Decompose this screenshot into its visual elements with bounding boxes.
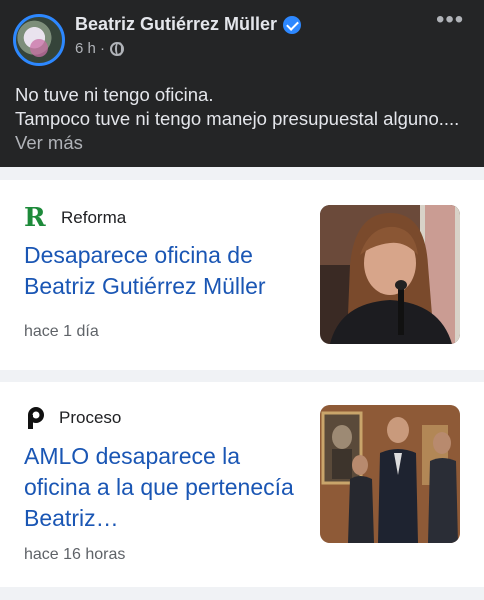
author-name[interactable]: Beatriz Gutiérrez Müller — [75, 14, 277, 35]
facebook-post: Beatriz Gutiérrez Müller 6 h · ••• No tu… — [0, 0, 484, 167]
source-name: Reforma — [61, 208, 127, 227]
news-headline[interactable]: AMLO desaparece la oficina a la que pert… — [24, 441, 309, 534]
more-options-icon[interactable]: ••• — [436, 6, 464, 34]
news-time: hace 16 horas — [24, 546, 126, 563]
news-source: Proceso — [24, 406, 121, 430]
proceso-logo-shape — [28, 407, 44, 429]
globe-icon — [110, 41, 125, 56]
verified-badge-icon — [283, 15, 302, 34]
post-text-line-2: Tampoco tuve ni tengo manejo presupuesta… — [15, 108, 460, 153]
proceso-logo-icon — [24, 406, 48, 430]
post-meta: 6 h · — [75, 40, 125, 57]
author-avatar[interactable] — [13, 14, 65, 66]
post-time[interactable]: 6 h · — [75, 40, 105, 57]
news-thumbnail[interactable] — [320, 405, 460, 543]
source-name: Proceso — [59, 408, 122, 427]
news-card-proceso[interactable]: Proceso AMLO desaparece la oficina a la … — [0, 382, 484, 587]
news-time: hace 1 día — [24, 323, 99, 340]
news-headline[interactable]: Desaparece oficina de Beatriz Gutiérrez … — [24, 240, 309, 302]
news-card-reforma[interactable]: R Reforma Desaparece oficina de Beatriz … — [0, 180, 484, 370]
news-thumbnail[interactable] — [320, 205, 460, 344]
post-text-line-1: No tuve ni tengo oficina. — [15, 84, 214, 105]
post-text: No tuve ni tengo oficina. Tampoco tuve n… — [15, 83, 475, 155]
post-author[interactable]: Beatriz Gutiérrez Müller — [75, 14, 302, 35]
see-more-link[interactable]: Ver más — [15, 132, 83, 153]
woman-portrait-image — [320, 205, 460, 344]
news-source: R Reforma — [24, 203, 127, 233]
reforma-logo-icon: R — [24, 203, 46, 233]
group-photo-image — [320, 405, 460, 543]
